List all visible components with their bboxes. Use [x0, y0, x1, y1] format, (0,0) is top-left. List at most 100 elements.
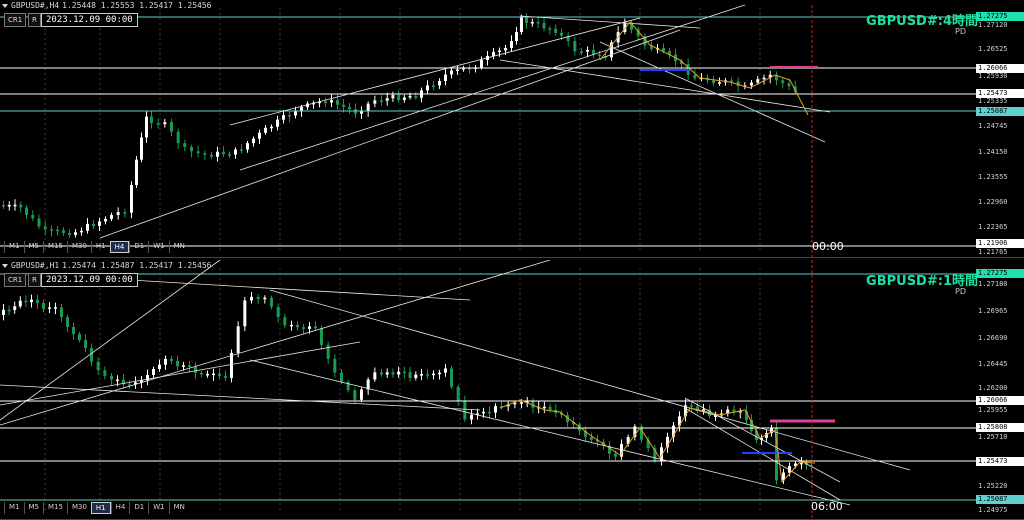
- h1-r-button[interactable]: R: [28, 273, 41, 287]
- h1-candle: [414, 374, 418, 379]
- h4-chart-window[interactable]: GBPUSD#,H4 1.25448 1.25553 1.25417 1.254…: [0, 0, 1024, 258]
- h1-candle: [66, 317, 69, 328]
- timeframe-m30[interactable]: M30: [66, 241, 91, 253]
- timeframe-m1[interactable]: M1: [4, 241, 24, 253]
- h1-candle: [397, 371, 401, 375]
- h1-candle: [158, 364, 161, 370]
- h1-candle: [250, 296, 253, 301]
- timeframe-d1[interactable]: D1: [129, 502, 148, 514]
- h1-candle: [194, 366, 197, 373]
- h4-candle: [104, 218, 107, 222]
- h4-candle: [456, 69, 459, 72]
- h1-candle: [296, 324, 299, 328]
- h1-candle: [116, 379, 119, 382]
- h1-candle: [548, 406, 552, 410]
- h1-candle: [212, 373, 215, 376]
- timeframe-m30[interactable]: M30: [66, 502, 91, 514]
- h4-candle: [324, 101, 327, 104]
- timeframe-mn[interactable]: MN: [168, 502, 189, 514]
- h1-candle: [408, 371, 412, 379]
- h1-trend-line: [0, 384, 481, 411]
- timeframe-m5[interactable]: M5: [23, 502, 44, 514]
- h4-candle: [92, 223, 95, 226]
- timeframe-h1[interactable]: H1: [90, 241, 110, 253]
- timeframe-h4[interactable]: H4: [110, 502, 130, 514]
- h4-time-box: 2023.12.09 00:00: [41, 13, 138, 27]
- price-label: 1.27180: [978, 280, 1008, 288]
- h1-candle: [30, 299, 33, 303]
- h4-candle: [492, 51, 495, 56]
- h1-candle: [263, 297, 267, 300]
- h4-candle: [498, 50, 501, 52]
- timeframe-w1[interactable]: W1: [148, 502, 168, 514]
- dropdown-triangle-icon[interactable]: [2, 263, 8, 268]
- h4-candle: [342, 104, 345, 107]
- h1-price-plot[interactable]: [0, 260, 1024, 520]
- h4-trend-line: [239, 4, 746, 171]
- h4-candle: [520, 17, 523, 33]
- h4-candle: [554, 28, 558, 33]
- price-label: 1.22960: [978, 198, 1008, 206]
- price-label: 1.24150: [978, 148, 1008, 156]
- timeframe-mn[interactable]: MN: [168, 241, 189, 253]
- h1-candle: [438, 372, 441, 375]
- price-label: 1.27275: [976, 12, 1024, 21]
- h4-price-plot[interactable]: [0, 0, 1024, 258]
- price-label: 1.25808: [976, 423, 1024, 432]
- h1-candle: [243, 300, 247, 327]
- h4-candle: [183, 143, 187, 148]
- timeframe-m5[interactable]: M5: [23, 241, 44, 253]
- h4-candle: [74, 232, 77, 235]
- h4-candle: [536, 21, 540, 24]
- h4-candle: [391, 95, 395, 99]
- h1-candle: [152, 369, 155, 376]
- h4-cr-button[interactable]: CR1: [4, 13, 27, 27]
- h1-info-bar: GBPUSD#,H1 1.25474 1.25487 1.25417 1.254…: [2, 261, 211, 270]
- h4-candle: [150, 116, 153, 124]
- h1-candle: [391, 372, 395, 375]
- h4-candle: [444, 74, 447, 81]
- timeframe-h4[interactable]: H4: [109, 241, 130, 253]
- h4-time-mark: 00:00: [812, 240, 844, 253]
- timeframe-m15[interactable]: M15: [43, 502, 67, 514]
- h4-candle: [762, 77, 766, 80]
- price-label: 1.27120: [978, 21, 1008, 29]
- h4-candle: [693, 74, 697, 79]
- timeframe-h1[interactable]: H1: [90, 502, 111, 514]
- timeframe-w1[interactable]: W1: [148, 241, 168, 253]
- h4-candle: [438, 80, 441, 86]
- h1-candle: [283, 317, 287, 326]
- h4-candle: [140, 137, 143, 160]
- h4-candle: [145, 116, 148, 138]
- h4-candle: [43, 226, 47, 230]
- h4-candle: [2, 205, 5, 207]
- dropdown-triangle-icon[interactable]: [2, 3, 8, 8]
- h4-candle: [380, 100, 383, 102]
- h1-candle: [48, 307, 51, 309]
- h4-candle: [216, 151, 219, 157]
- h1-candle: [84, 340, 87, 349]
- h1-candle: [340, 372, 343, 382]
- h4-candle: [37, 218, 41, 227]
- timeframe-m1[interactable]: M1: [4, 502, 24, 514]
- h4-candle: [19, 204, 23, 208]
- h4-candle: [414, 95, 418, 98]
- h4-candle: [240, 149, 243, 151]
- h1-cr-button[interactable]: CR1: [4, 273, 27, 287]
- h4-candle: [25, 207, 28, 215]
- h1-chart-window[interactable]: GBPUSD#,H1 1.25474 1.25487 1.25417 1.254…: [0, 260, 1024, 520]
- h1-time-box: 2023.12.09 00:00: [41, 273, 138, 287]
- h4-r-button[interactable]: R: [28, 13, 41, 27]
- h4-candle: [210, 154, 213, 157]
- h4-candle: [176, 131, 180, 144]
- h1-candle: [276, 306, 280, 318]
- h4-candle: [80, 230, 83, 233]
- h4-ohlc: 1.25448 1.25553 1.25417 1.25456: [62, 1, 212, 10]
- h1-candle: [230, 352, 233, 378]
- h1-candle: [456, 386, 460, 401]
- h4-candle: [135, 159, 138, 185]
- h1-trend-line: [684, 397, 841, 483]
- h1-candle: [42, 303, 45, 309]
- timeframe-m15[interactable]: M15: [43, 241, 67, 253]
- timeframe-d1[interactable]: D1: [129, 241, 148, 253]
